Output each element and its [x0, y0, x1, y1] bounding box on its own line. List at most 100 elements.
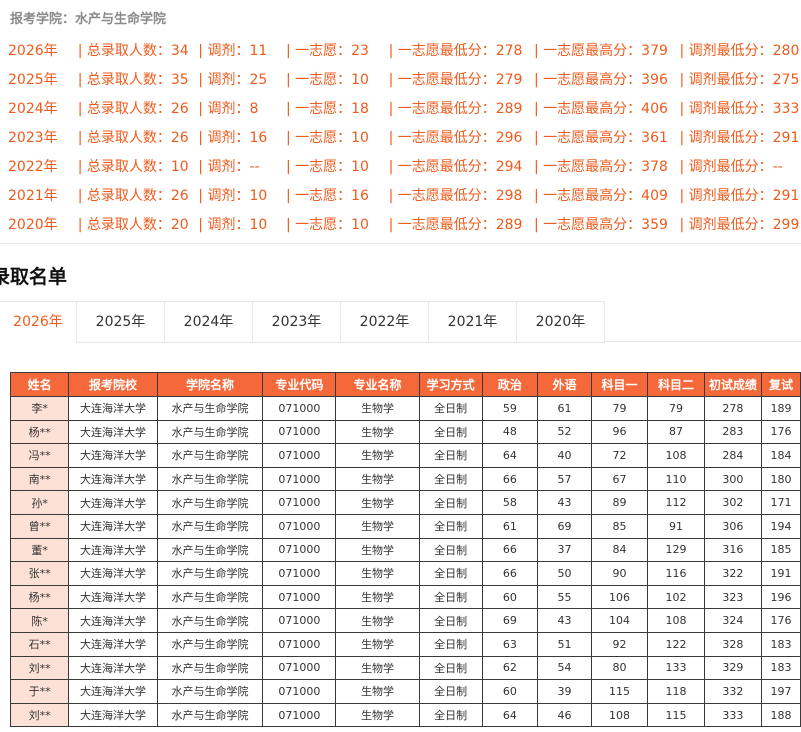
- table-cell: 64: [481, 443, 539, 468]
- stat-first-max: | 一志愿最高分：378: [534, 158, 668, 175]
- table-cell: 66: [481, 561, 539, 586]
- table-cell: 63: [481, 631, 539, 657]
- table-cell: 91: [647, 513, 705, 539]
- stat-first-max: | 一志愿最高分：409: [534, 187, 668, 204]
- tab-2025[interactable]: 2025年: [77, 301, 165, 343]
- admission-list-title: 录取名单: [0, 266, 68, 288]
- table-cell: 43: [537, 608, 592, 633]
- stat-year: 2024年: [8, 100, 58, 117]
- table-cell: 071000: [262, 490, 337, 515]
- table-cell: 194: [761, 513, 801, 539]
- table-cell: 60: [481, 679, 539, 704]
- stat-row: 2021年 | 总录取人数：26 | 调剂：10 | 一志愿：16 | 一志愿最低分：2…: [8, 180, 801, 209]
- stat-first-choice: | 一志愿：16: [285, 187, 369, 204]
- table-cell: 071000: [262, 608, 337, 633]
- college-label: 报考学院：水产与生命学院: [10, 12, 167, 27]
- table-cell: 生物学: [335, 702, 420, 728]
- table-cell: 328: [703, 631, 763, 657]
- table-cell: 85: [590, 513, 649, 539]
- table-cell: 323: [703, 584, 763, 610]
- stat-row: 2026年 | 总录取人数：34 | 调剂：11 | 一志愿：23 | 一志愿最低分：2…: [8, 35, 801, 64]
- stat-adjust-min: | 调剂最低分：--: [679, 158, 783, 175]
- student-name-cell: 刘**: [9, 655, 70, 681]
- admission-table: 姓名 报考院校 学院名称 专业代码 专业名称 学习方式 政治 外语 科目一 科目二 初试成绩 复试 李…: [9, 372, 801, 728]
- student-name-cell: 冯**: [9, 443, 70, 468]
- stat-first-min: | 一志愿最低分：294: [388, 158, 523, 175]
- table-cell: 115: [647, 702, 705, 728]
- table-cell: 176: [761, 608, 801, 633]
- table-cell: 329: [703, 655, 763, 681]
- student-name-cell: 杨**: [9, 584, 70, 610]
- table-cell: 水产与生命学院: [156, 655, 264, 681]
- table-row: 刘** 大连海洋大学 水产与生命学院 071000 生物学 全日制 62 54 80 133 329…: [9, 655, 801, 681]
- table-cell: 333: [703, 702, 763, 728]
- tab-2022[interactable]: 2022年: [341, 301, 429, 343]
- table-cell: 69: [537, 513, 592, 539]
- table-cell: 全日制: [418, 396, 483, 421]
- stat-first-max: | 一志愿最高分：406: [534, 100, 668, 117]
- column-header: 学习方式: [418, 372, 483, 397]
- table-cell: 43: [537, 490, 592, 515]
- stat-adjust: | 调剂：--: [198, 158, 260, 175]
- table-row: 李* 大连海洋大学 水产与生命学院 071000 生物学 全日制 59 61 79 79 278 18…: [9, 396, 801, 421]
- stat-adjust-min: | 调剂最低分：280: [679, 42, 800, 59]
- tab-2020[interactable]: 2020年: [517, 301, 605, 343]
- stat-row: 2023年 | 总录取人数：26 | 调剂：16 | 一志愿：10 | 一志愿最低分：2…: [8, 122, 801, 151]
- student-name-cell: 董*: [9, 537, 70, 563]
- table-cell: 大连海洋大学: [68, 466, 158, 492]
- table-cell: 189: [761, 396, 801, 421]
- table-cell: 水产与生命学院: [156, 419, 264, 445]
- stat-year: 2021年: [8, 187, 58, 204]
- table-cell: 133: [647, 655, 705, 681]
- table-cell: 全日制: [418, 443, 483, 468]
- table-cell: 生物学: [335, 584, 420, 610]
- table-cell: 生物学: [335, 466, 420, 492]
- table-cell: 185: [761, 537, 801, 563]
- table-cell: 67: [590, 466, 649, 492]
- stat-year: 2025年: [8, 71, 58, 88]
- tab-2021[interactable]: 2021年: [429, 301, 517, 343]
- tab-2023[interactable]: 2023年: [253, 301, 341, 343]
- table-row: 陈* 大连海洋大学 水产与生命学院 071000 生物学 全日制 69 43 104 108 324…: [9, 608, 801, 633]
- table-cell: 全日制: [418, 561, 483, 586]
- stat-year: 2020年: [8, 216, 58, 233]
- table-cell: 283: [703, 419, 763, 445]
- student-name-cell: 石**: [9, 631, 70, 657]
- table-cell: 大连海洋大学: [68, 513, 158, 539]
- student-name-cell: 曾**: [9, 513, 70, 539]
- table-cell: 302: [703, 490, 763, 515]
- tab-2024[interactable]: 2024年: [165, 301, 253, 343]
- table-cell: 水产与生命学院: [156, 702, 264, 728]
- table-cell: 69: [481, 608, 539, 633]
- stat-adjust-min: | 调剂最低分：299: [679, 216, 800, 233]
- table-cell: 生物学: [335, 396, 420, 421]
- stat-total: | 总录取人数：35: [77, 71, 189, 88]
- table-cell: 生物学: [335, 537, 420, 563]
- table-cell: 92: [590, 631, 649, 657]
- student-name-cell: 南**: [9, 466, 70, 492]
- table-cell: 50: [537, 561, 592, 586]
- table-cell: 生物学: [335, 608, 420, 633]
- stat-adjust: | 调剂：8: [198, 100, 259, 117]
- table-cell: 306: [703, 513, 763, 539]
- tab-2026[interactable]: 2026年: [0, 301, 77, 343]
- student-name-cell: 李*: [9, 396, 70, 421]
- table-cell: 183: [761, 655, 801, 681]
- table-cell: 102: [647, 584, 705, 610]
- table-cell: 全日制: [418, 466, 483, 492]
- stat-first-min: | 一志愿最低分：278: [388, 42, 523, 59]
- table-cell: 水产与生命学院: [156, 679, 264, 704]
- table-cell: 324: [703, 608, 763, 633]
- table-cell: 129: [647, 537, 705, 563]
- table-cell: 300: [703, 466, 763, 492]
- stat-row: 2020年 | 总录取人数：20 | 调剂：10 | 一志愿：10 | 一志愿最低分：2…: [8, 209, 801, 238]
- stat-first-choice: | 一志愿：10: [285, 71, 369, 88]
- table-row: 曾** 大连海洋大学 水产与生命学院 071000 生物学 全日制 61 69 85 91 306 1…: [9, 513, 801, 539]
- table-row: 杨** 大连海洋大学 水产与生命学院 071000 生物学 全日制 48 52 96 87 283 1…: [9, 419, 801, 445]
- student-name-cell: 孙*: [9, 490, 70, 515]
- table-cell: 59: [481, 396, 539, 421]
- table-cell: 51: [537, 631, 592, 657]
- table-cell: 54: [537, 655, 592, 681]
- table-cell: 108: [590, 702, 649, 728]
- table-cell: 全日制: [418, 655, 483, 681]
